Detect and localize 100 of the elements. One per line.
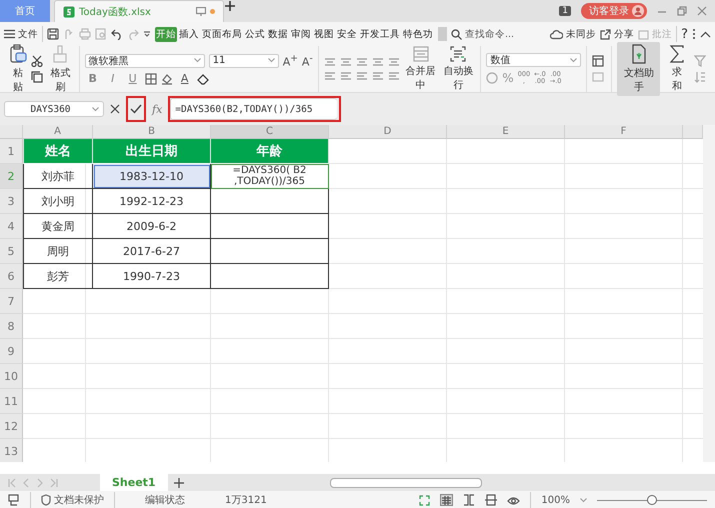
cancel-icon[interactable] [110, 104, 120, 114]
caret-icon[interactable] [92, 106, 99, 112]
sheet-tab[interactable]: Sheet1 [100, 474, 168, 491]
restore-icon[interactable] [677, 6, 687, 16]
macro-icon[interactable] [8, 494, 20, 506]
print-preview-icon[interactable] [95, 28, 107, 40]
row-header[interactable]: 11 [0, 389, 23, 414]
ribbon-tab[interactable]: 插入 [178, 26, 200, 42]
page-break-icon[interactable] [463, 494, 476, 506]
number-format-select[interactable]: 数值 [486, 53, 582, 67]
wrap-text-button[interactable]: 自动换行 [442, 46, 476, 92]
window-tab[interactable]: Today函数.xlsx [54, 0, 224, 22]
fx-label[interactable]: fx [152, 102, 162, 116]
column-header[interactable]: B [93, 125, 211, 139]
add-tab-icon[interactable] [224, 0, 236, 12]
paste-button[interactable]: 粘贴 [9, 44, 27, 94]
table-style-icon[interactable] [592, 55, 606, 67]
ribbon-tab[interactable]: 审阅 [290, 26, 312, 42]
row-header[interactable]: 8 [0, 314, 23, 339]
row-header[interactable]: 5 [0, 239, 23, 264]
column-header[interactable]: A [23, 125, 93, 139]
row-header[interactable]: 2 [0, 164, 23, 189]
font-style-button[interactable]: B [84, 72, 101, 86]
font-select[interactable]: 微软雅黑 [84, 54, 205, 68]
align-icon[interactable] [388, 71, 400, 81]
fullscreen-icon[interactable] [419, 494, 430, 506]
caret-icon[interactable] [570, 58, 578, 62]
ribbon-tab[interactable]: 页面布局 [201, 26, 243, 42]
window-tab[interactable]: 首页 [0, 0, 50, 22]
borders-icon[interactable] [144, 72, 157, 85]
row-header[interactable]: 9 [0, 339, 23, 364]
file-menu[interactable]: 文件 [4, 28, 38, 40]
align-icon[interactable] [372, 71, 384, 81]
font-style-button[interactable]: I [104, 72, 121, 86]
font-size-select[interactable]: 11 [208, 54, 279, 68]
copy-icon[interactable] [31, 71, 43, 83]
ribbon-tab[interactable]: 视图 [313, 26, 335, 42]
decrease-font-button[interactable]: A$^{-}$ [302, 52, 313, 68]
row-header[interactable]: 12 [0, 414, 23, 439]
eraser-icon[interactable] [196, 72, 210, 85]
caret-icon[interactable] [194, 58, 201, 63]
column-header[interactable]: C [211, 125, 329, 139]
sheet-nav-end-icon[interactable] [50, 478, 58, 488]
column-header[interactable]: E [447, 125, 565, 139]
caret-icon[interactable] [580, 498, 587, 502]
formula-input[interactable]: =DAYS360(B2,TODAY())/365 [168, 96, 341, 122]
close-icon[interactable] [697, 6, 707, 16]
row-header[interactable]: 4 [0, 214, 23, 239]
sync-button[interactable]: 未同步 [550, 28, 596, 40]
ribbon-tab[interactable]: 安全 [336, 26, 358, 42]
collapse-icon[interactable] [700, 30, 711, 38]
column-header[interactable]: F [565, 125, 683, 139]
ribbon-tab[interactable]: 数据 [267, 26, 289, 42]
ribbon-tab[interactable]: 开发工具 [359, 26, 401, 42]
ribbon-tab[interactable]: 特色功 [402, 26, 434, 42]
search-command-field[interactable]: 查找命令... [451, 28, 514, 40]
name-box[interactable]: DAYS360 [4, 101, 104, 117]
row-header[interactable]: 7 [0, 289, 23, 314]
help-button[interactable]: ? [681, 26, 688, 42]
normal-view-icon[interactable] [440, 494, 454, 506]
ribbon-tab[interactable]: 公式 [244, 26, 266, 42]
redo-icon[interactable] [63, 28, 75, 40]
row-header[interactable]: 10 [0, 364, 23, 389]
align-icon[interactable] [388, 57, 400, 67]
doc-assistant-button[interactable]: 文档助手 [617, 42, 660, 96]
login-button[interactable]: 访客登录 [581, 3, 647, 19]
eye-icon[interactable] [507, 495, 520, 505]
align-icon[interactable] [340, 57, 352, 67]
cut-icon[interactable] [31, 55, 43, 67]
dropdown-icon[interactable] [143, 30, 151, 38]
sort-icon[interactable] [694, 71, 706, 83]
save-icon[interactable] [47, 28, 59, 40]
redo-icon[interactable] [127, 28, 139, 40]
print-icon[interactable] [79, 28, 91, 40]
filter-icon[interactable] [694, 55, 706, 67]
row-header[interactable]: 6 [0, 264, 23, 289]
align-icon[interactable] [324, 71, 336, 81]
align-icon[interactable] [324, 57, 336, 67]
fill-color-icon[interactable] [160, 72, 173, 85]
zoom-thumb[interactable] [647, 495, 657, 505]
zoom-level[interactable]: 100% [541, 494, 570, 506]
protection-status[interactable]: 文档未保护 [54, 493, 104, 507]
confirm-button[interactable] [126, 96, 146, 122]
ribbon-tab[interactable]: 开始 [155, 26, 177, 42]
editing-cell[interactable]: =DAYS360( B2 ,TODAY())/365 [211, 164, 329, 189]
align-icon[interactable] [356, 71, 368, 81]
undo-icon[interactable] [111, 28, 123, 40]
caret-icon[interactable] [268, 58, 275, 63]
row-header[interactable]: 3 [0, 189, 23, 214]
share-button[interactable]: 分享 [600, 28, 634, 40]
monitor-icon[interactable] [196, 7, 206, 16]
font-style-button[interactable]: U [124, 72, 141, 86]
align-icon[interactable] [372, 57, 384, 67]
sheet-nav-end-icon[interactable] [8, 478, 16, 488]
column-header[interactable]: D [329, 125, 447, 139]
sum-button[interactable]: 求和 [668, 45, 686, 93]
increase-font-button[interactable]: A$^{+}$ [282, 52, 298, 68]
align-icon[interactable] [356, 57, 368, 67]
page-layout-icon[interactable] [485, 494, 498, 506]
percent-button[interactable]: % [502, 71, 514, 85]
